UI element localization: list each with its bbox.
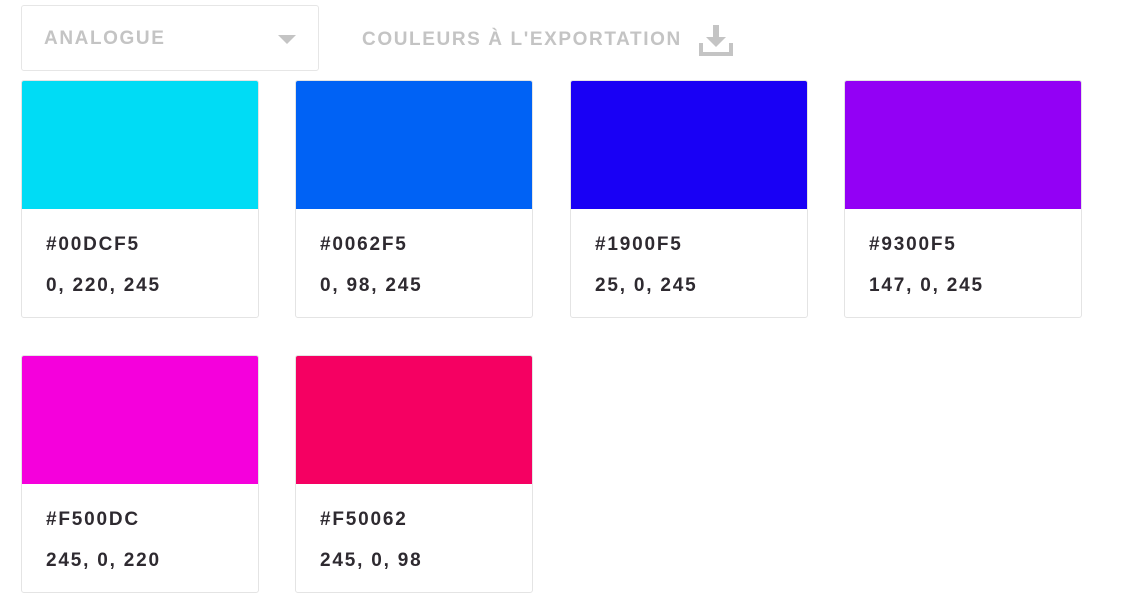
color-rgb-value: 147, 0, 245 xyxy=(869,275,984,296)
color-card[interactable]: #F50062 245, 0, 98 xyxy=(295,355,533,593)
color-rgb-value: 0, 220, 245 xyxy=(46,275,161,296)
color-swatch xyxy=(845,81,1081,209)
color-swatch xyxy=(571,81,807,209)
color-swatch xyxy=(22,81,258,209)
download-icon xyxy=(698,25,733,56)
color-swatch xyxy=(296,356,532,484)
color-hex-value: #0062F5 xyxy=(320,234,408,255)
color-swatch xyxy=(296,81,532,209)
color-rgb-value: 0, 98, 245 xyxy=(320,275,423,296)
color-rgb-value: 245, 0, 220 xyxy=(46,550,161,571)
toolbar: ANALOGUE COULEURS À L'EXPORTATION xyxy=(21,4,733,72)
caret-down-icon xyxy=(278,35,296,44)
color-hex-value: #F50062 xyxy=(320,509,408,530)
color-hex-value: #00DCF5 xyxy=(46,234,140,255)
color-scheme-selected-label: ANALOGUE xyxy=(44,28,166,49)
color-card[interactable]: #F500DC 245, 0, 220 xyxy=(21,355,259,593)
color-hex-value: #F500DC xyxy=(46,509,140,530)
export-colors-button[interactable]: COULEURS À L'EXPORTATION xyxy=(362,24,733,56)
export-colors-label: COULEURS À L'EXPORTATION xyxy=(362,29,682,50)
color-card[interactable]: #9300F5 147, 0, 245 xyxy=(844,80,1082,318)
color-card[interactable]: #0062F5 0, 98, 245 xyxy=(295,80,533,318)
color-hex-value: #1900F5 xyxy=(595,234,683,255)
color-card[interactable]: #1900F5 25, 0, 245 xyxy=(570,80,808,318)
color-scheme-dropdown[interactable]: ANALOGUE xyxy=(21,5,319,71)
color-rgb-value: 245, 0, 98 xyxy=(320,550,423,571)
color-hex-value: #9300F5 xyxy=(869,234,957,255)
color-swatch xyxy=(22,356,258,484)
color-card[interactable]: #00DCF5 0, 220, 245 xyxy=(21,80,259,318)
color-rgb-value: 25, 0, 245 xyxy=(595,275,698,296)
